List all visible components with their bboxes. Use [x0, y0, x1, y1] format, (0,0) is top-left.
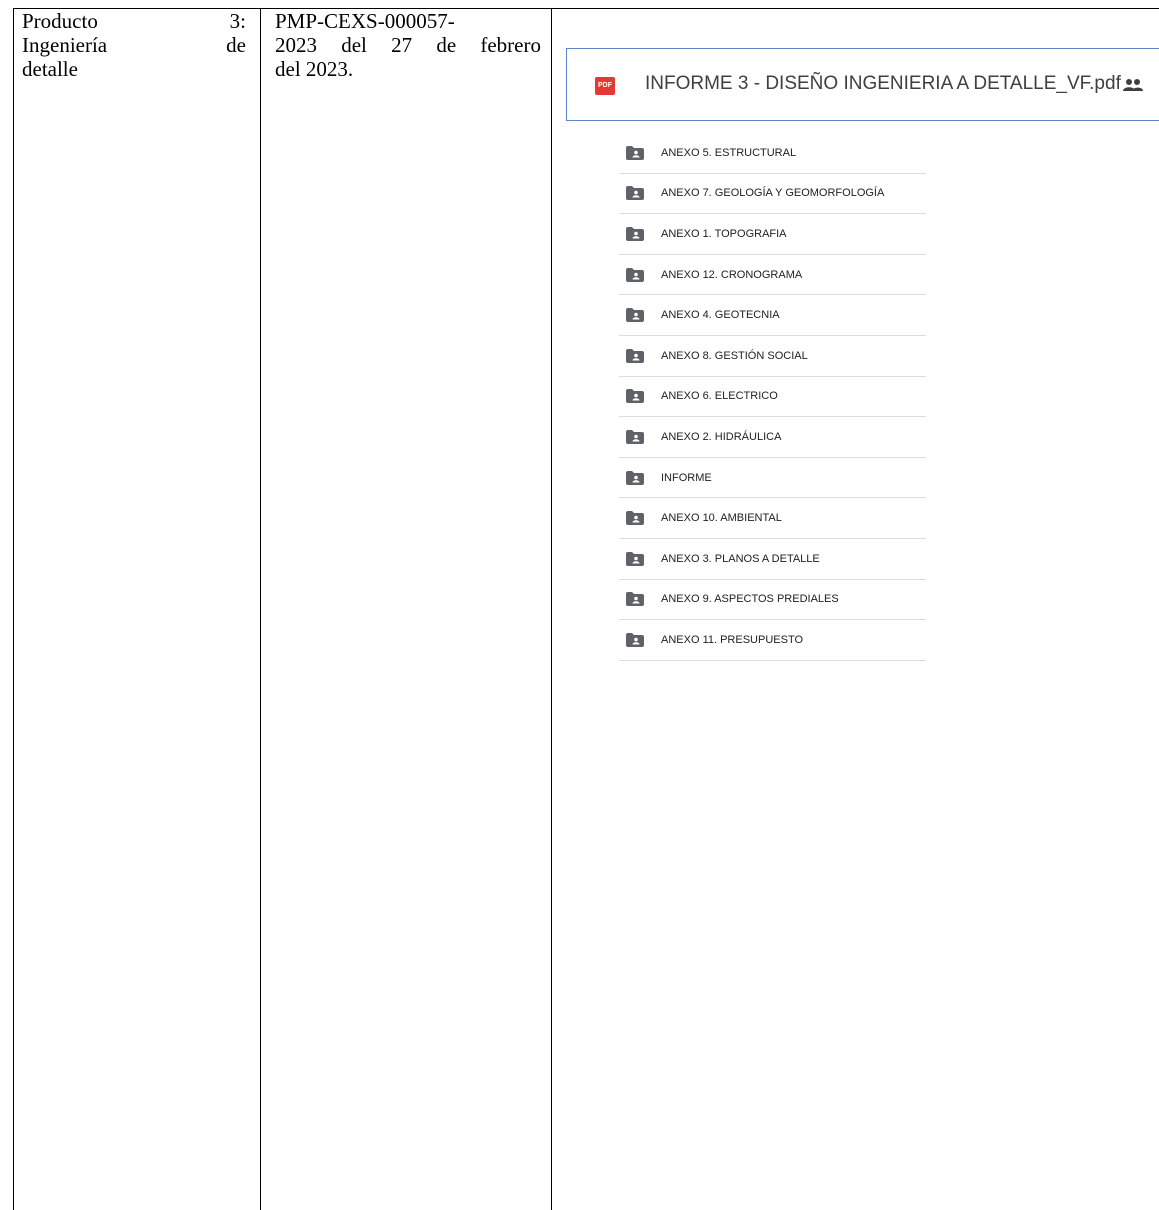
product-cell: Producto 3: Ingeniería de detalle	[22, 9, 246, 81]
product-line-2: Ingeniería de	[22, 33, 246, 57]
reference-word: 27	[391, 33, 413, 57]
pdf-icon: PDF	[595, 77, 615, 95]
pdf-file-name[interactable]: INFORME 3 - DISEÑO INGENIERIA A DETALLE_…	[645, 73, 1121, 95]
folder-name: ANEXO 4. GEOTECNIA	[661, 309, 780, 322]
folder-item[interactable]: ANEXO 12. CRONOGRAMA	[619, 255, 926, 296]
reference-word: 2023	[275, 33, 317, 57]
shared-folder-icon	[626, 186, 644, 201]
reference-word: de	[436, 33, 457, 57]
folder-item[interactable]: ANEXO 5. ESTRUCTURAL	[619, 133, 926, 174]
folder-item[interactable]: ANEXO 2. HIDRÁULICA	[619, 417, 926, 458]
product-line-3: detalle	[22, 57, 78, 81]
shared-folder-icon	[626, 267, 644, 282]
shared-folder-icon	[626, 429, 644, 444]
folder-name: ANEXO 8. GESTIÓN SOCIAL	[661, 349, 808, 362]
table-divider-2	[551, 8, 552, 1210]
folder-name: ANEXO 6. ELECTRICO	[661, 390, 778, 403]
folder-name: ANEXO 10. AMBIENTAL	[661, 512, 782, 525]
product-number: 3:	[229, 9, 246, 33]
folder-item[interactable]: ANEXO 9. ASPECTOS PREDIALES	[619, 580, 926, 621]
shared-folder-icon	[626, 632, 644, 647]
folder-item[interactable]: ANEXO 11. PRESUPUESTO	[619, 620, 926, 661]
shared-folder-icon	[626, 592, 644, 607]
shared-folder-icon	[626, 551, 644, 566]
reference-line-3: del 2023.	[275, 57, 354, 81]
reference-cell: PMP-CEXS-000057- 2023 del 27 de febrero …	[275, 9, 541, 81]
product-word: de	[226, 33, 246, 57]
pdf-file-row[interactable]: PDF INFORME 3 - DISEÑO INGENIERIA A DETA…	[566, 48, 1159, 121]
folder-item[interactable]: ANEXO 4. GEOTECNIA	[619, 295, 926, 336]
folder-name: ANEXO 11. PRESUPUESTO	[661, 633, 804, 646]
folder-name: ANEXO 9. ASPECTOS PREDIALES	[661, 593, 839, 606]
table-left-border	[13, 8, 14, 1210]
shared-folder-icon	[626, 308, 644, 323]
product-word: Producto	[22, 9, 98, 33]
folder-item[interactable]: ANEXO 10. AMBIENTAL	[619, 498, 926, 539]
reference-word: del	[341, 33, 367, 57]
folder-item[interactable]: ANEXO 1. TOPOGRAFIA	[619, 214, 926, 255]
folder-name: ANEXO 3. PLANOS A DETALLE	[661, 552, 820, 565]
folder-item[interactable]: INFORME	[619, 458, 926, 499]
product-word: Ingeniería	[22, 33, 108, 57]
shared-folder-icon	[626, 389, 644, 404]
folder-name: ANEXO 7. GEOLOGÍA Y GEOMORFOLOGÍA	[661, 187, 885, 200]
folder-name: ANEXO 5. ESTRUCTURAL	[661, 146, 797, 159]
shared-folder-icon	[626, 145, 644, 160]
product-line-1: Producto 3:	[22, 9, 246, 33]
reference-line-2: 2023 del 27 de febrero	[275, 33, 541, 57]
folder-name: INFORME	[661, 471, 712, 484]
shared-folder-icon	[626, 470, 644, 485]
folder-item[interactable]: ANEXO 6. ELECTRICO	[619, 377, 926, 418]
folder-name: ANEXO 12. CRONOGRAMA	[661, 268, 803, 281]
folder-item[interactable]: ANEXO 3. PLANOS A DETALLE	[619, 539, 926, 580]
people-icon	[1123, 79, 1143, 91]
shared-folder-icon	[626, 348, 644, 363]
shared-folder-icon	[626, 226, 644, 241]
folder-item[interactable]: ANEXO 7. GEOLOGÍA Y GEOMORFOLOGÍA	[619, 174, 926, 215]
reference-line-1: PMP-CEXS-000057-	[275, 9, 455, 33]
folder-name: ANEXO 1. TOPOGRAFIA	[661, 227, 787, 240]
folder-list: ANEXO 5. ESTRUCTURAL ANEXO 7. GEOLOGÍA Y …	[619, 133, 926, 661]
folder-item[interactable]: ANEXO 8. GESTIÓN SOCIAL	[619, 336, 926, 377]
shared-folder-icon	[626, 511, 644, 526]
folder-name: ANEXO 2. HIDRÁULICA	[661, 430, 782, 443]
table-divider-1	[260, 8, 261, 1210]
reference-word: febrero	[480, 33, 541, 57]
